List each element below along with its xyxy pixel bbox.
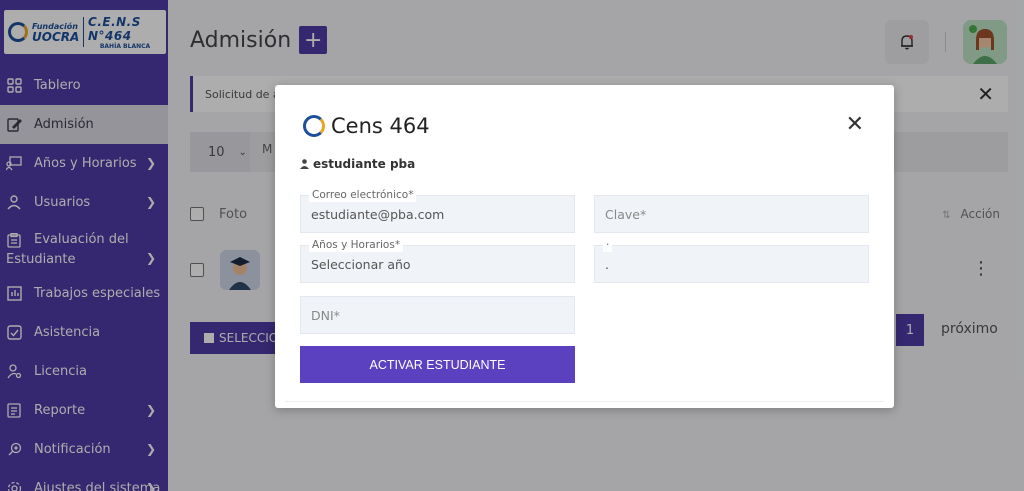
email-label: Correo electrónico* (309, 189, 417, 202)
modal-user-name: estudiante pba (313, 157, 416, 171)
activate-student-modal: Cens 464 ✕ estudiante pba Correo electró… (275, 85, 894, 408)
modal-user: estudiante pba (300, 157, 415, 171)
year-schedule-label: Años y Horarios* (309, 239, 404, 252)
dni-field[interactable]: DNI* (300, 296, 575, 334)
password-field[interactable]: Clave* (594, 195, 869, 233)
extra-field[interactable]: · . (594, 239, 869, 283)
cens-logo-icon (303, 115, 325, 137)
extra-label: · (603, 239, 613, 252)
activate-student-button[interactable]: ACTIVAR ESTUDIANTE (300, 346, 575, 383)
modal-header: Cens 464 (303, 114, 430, 138)
modal-footer-line (285, 401, 884, 402)
year-schedule-value: Seleccionar año (311, 256, 411, 272)
year-schedule-select[interactable]: Años y Horarios* Seleccionar año (300, 239, 575, 283)
user-icon (300, 159, 309, 169)
modal-title: Cens 464 (331, 114, 430, 138)
email-value: estudiante@pba.com (311, 206, 445, 222)
close-icon[interactable]: ✕ (846, 112, 864, 137)
extra-value: . (605, 256, 609, 272)
dni-placeholder: DNI* (311, 307, 340, 323)
password-placeholder: Clave* (605, 206, 647, 222)
email-field[interactable]: Correo electrónico* estudiante@pba.com (300, 189, 575, 233)
